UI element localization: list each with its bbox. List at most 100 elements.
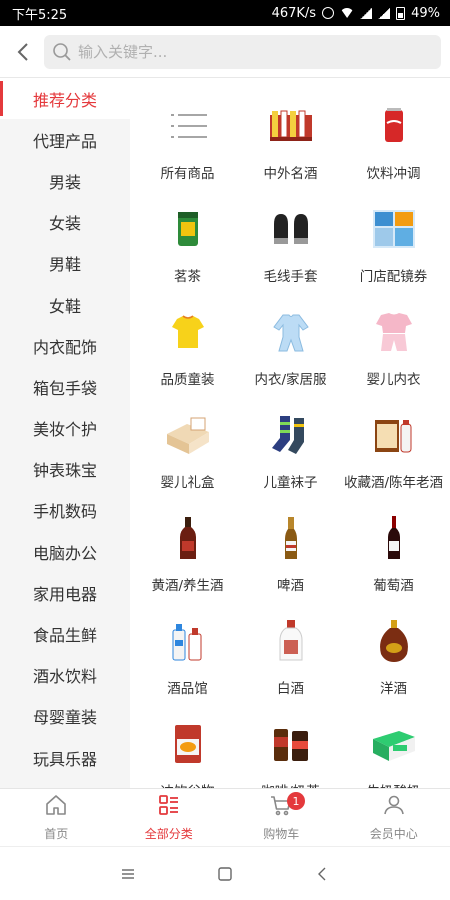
category-tile[interactable]: 牛奶酸奶 — [342, 704, 445, 788]
wifi-icon — [340, 8, 355, 18]
category-sidebar: 推荐分类 代理产品 男装 女装 男鞋 女鞋 内衣配饰 箱包手袋 美妆个护 钟表珠宝 手机数码 电脑办公… — [0, 78, 130, 788]
category-tile-label: 白酒 — [277, 681, 304, 697]
sidebar-item[interactable]: 内衣配饰 — [0, 325, 130, 366]
category-tile[interactable]: 酒品馆 — [136, 601, 239, 704]
category-grid: 所有商品 中外名酒 饮料冲调茗茶 毛线手套 门店配镜券品质童装 内衣/家居服 婴儿内衣婴儿礼… — [130, 78, 450, 788]
sidebar-item[interactable]: 代理产品 — [0, 119, 130, 160]
category-tile[interactable]: 饮料冲调 — [342, 86, 445, 189]
sidebar-item[interactable]: 推荐分类 — [0, 78, 130, 120]
category-tile[interactable]: 黄酒/养生酒 — [136, 498, 239, 601]
category-tile[interactable]: 葡萄酒 — [342, 498, 445, 601]
category-tile-label: 中外名酒 — [263, 166, 318, 182]
gift-box-icon — [162, 409, 214, 461]
category-tile-label: 婴儿礼盒 — [160, 475, 215, 491]
category-tile[interactable]: 毛线手套 — [239, 189, 342, 292]
category-tile[interactable]: 儿童袜子 — [239, 395, 342, 498]
category-icon — [157, 793, 181, 821]
category-tile-label: 黄酒/养生酒 — [151, 578, 224, 594]
bottom-tab-bar: 首页 全部分类 购物车 1 会员中心 — [0, 788, 450, 846]
category-tile[interactable]: 茗茶 — [136, 189, 239, 292]
tab-home[interactable]: 首页 — [0, 789, 113, 846]
sidebar-item[interactable]: 母婴童装 — [0, 696, 130, 737]
sidebar-item[interactable]: 女装 — [0, 202, 130, 243]
user-icon — [382, 793, 406, 821]
search-icon — [53, 43, 71, 61]
sidebar-item[interactable]: 男鞋 — [0, 243, 130, 284]
milk-carton-icon — [368, 718, 420, 770]
category-tile-label: 毛线手套 — [263, 269, 318, 285]
signal-icon — [360, 7, 373, 19]
sidebar-item[interactable]: 美妆个护 — [0, 408, 130, 449]
sidebar-item[interactable]: 玩具乐器 — [0, 737, 130, 778]
sidebar-item[interactable]: 手机数码 — [0, 490, 130, 531]
coffee-jar-icon — [265, 718, 317, 770]
list-icon — [162, 100, 214, 152]
category-tile-label: 葡萄酒 — [373, 578, 414, 594]
sidebar-item[interactable]: 箱包手袋 — [0, 366, 130, 407]
home-button[interactable] — [205, 854, 245, 894]
cognac-icon — [368, 615, 420, 667]
menu-button[interactable] — [108, 854, 148, 894]
category-tile[interactable]: 门店配镜券 — [342, 189, 445, 292]
back-button[interactable] — [8, 34, 38, 70]
chevron-left-icon — [17, 43, 28, 61]
category-tile[interactable]: 咖啡/奶茶 — [239, 704, 342, 788]
category-tile[interactable]: 冲饮谷物 — [136, 704, 239, 788]
category-tile[interactable]: 中外名酒 — [239, 86, 342, 189]
socks-icon — [265, 409, 317, 461]
battery-icon — [396, 6, 406, 20]
category-grid-panel: 所有商品 中外名酒 饮料冲调茗茶 毛线手套 门店配镜券品质童装 内衣/家居服 婴儿内衣婴儿礼… — [130, 78, 450, 788]
coupon-icon — [368, 203, 420, 255]
sidebar-item[interactable]: 酒水饮料 — [0, 655, 130, 696]
status-time: 下午5:25 — [12, 7, 68, 23]
search-input[interactable] — [78, 43, 418, 61]
category-tile[interactable]: 所有商品 — [136, 86, 239, 189]
cereal-bag-icon — [162, 718, 214, 770]
category-tile-label: 所有商品 — [160, 166, 215, 182]
sidebar-item[interactable]: 女鞋 — [0, 284, 130, 325]
search-box[interactable] — [44, 35, 441, 69]
tab-category[interactable]: 全部分类 — [113, 789, 226, 846]
category-tile[interactable]: 白酒 — [239, 601, 342, 704]
beer-bottle-icon — [265, 512, 317, 564]
home-icon — [44, 793, 68, 821]
tab-user[interactable]: 会员中心 — [338, 789, 450, 846]
sidebar-item[interactable]: 食品生鲜 — [0, 613, 130, 654]
category-tile-label: 饮料冲调 — [366, 166, 421, 182]
tab-cart[interactable]: 购物车 1 — [225, 789, 338, 846]
sidebar-item[interactable]: 钟表珠宝 — [0, 449, 130, 490]
category-tile-label: 儿童袜子 — [263, 475, 318, 491]
category-tile[interactable]: 婴儿内衣 — [342, 292, 445, 395]
home-square-icon — [218, 866, 232, 881]
sidebar-item[interactable]: 电脑办公 — [0, 531, 130, 572]
category-tile-label: 洋酒 — [380, 681, 407, 697]
system-nav-bar — [0, 846, 450, 900]
category-tile[interactable]: 啤酒 — [239, 498, 342, 601]
sidebar-item[interactable]: 家用电器 — [0, 572, 130, 613]
category-tile[interactable]: 婴儿礼盒 — [136, 395, 239, 498]
wine-bottle-icon — [162, 512, 214, 564]
status-icons: 467K/s 49% — [272, 6, 440, 21]
network-speed: 467K/s — [271, 5, 317, 21]
tab-label: 首页 — [44, 827, 69, 841]
menu-icon — [122, 868, 135, 879]
category-tile-label: 收藏酒/陈年老酒 — [343, 475, 444, 491]
back-nav-button[interactable] — [302, 854, 342, 894]
gloves-icon — [265, 203, 317, 255]
tea-canister-icon — [162, 203, 214, 255]
category-tile[interactable]: 品质童装 — [136, 292, 239, 395]
category-tile[interactable]: 收藏酒/陈年老酒 — [342, 395, 445, 498]
category-tile-label: 品质童装 — [160, 372, 215, 388]
sidebar-item[interactable]: 男装 — [0, 160, 130, 201]
category-tile[interactable]: 洋酒 — [342, 601, 445, 704]
category-tile-label: 门店配镜券 — [359, 269, 428, 285]
header — [0, 26, 450, 78]
category-tile-label: 茗茶 — [174, 269, 201, 285]
category-tile[interactable]: 内衣/家居服 — [239, 292, 342, 395]
liquor-set-icon — [265, 100, 317, 152]
tab-label: 购物车 — [263, 827, 300, 841]
onesie-icon — [265, 306, 317, 358]
category-tile-label: 冲饮谷物 — [161, 780, 215, 788]
kids-shirt-icon — [162, 306, 214, 358]
collector-liquor-icon — [368, 409, 420, 461]
